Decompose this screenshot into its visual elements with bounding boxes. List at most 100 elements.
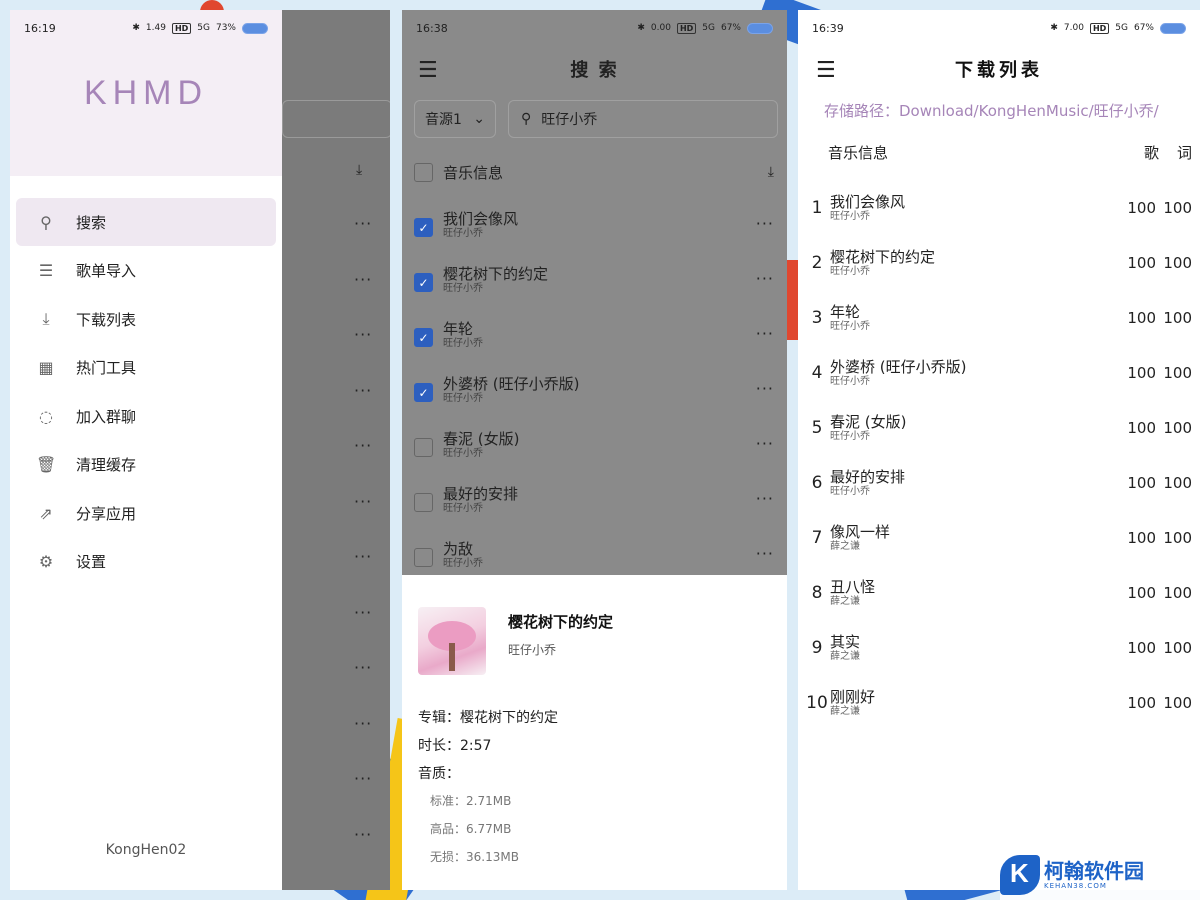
song-info: 年轮 旺仔小乔 xyxy=(830,303,1122,333)
download-row[interactable]: 10 刚刚好 薛之谦 100 100 xyxy=(806,683,1192,723)
status-time: 16:39 xyxy=(812,21,844,35)
list-header: 音乐信息 ⤓ xyxy=(414,160,774,184)
download-row[interactable]: 5 春泥 (女版) 旺仔小乔 100 100 xyxy=(806,408,1192,448)
song-progress: 100 xyxy=(1127,474,1156,492)
search-box[interactable]: ⚲ xyxy=(508,100,778,138)
lyrics-progress: 100 xyxy=(1163,584,1192,602)
lyrics-progress: 100 xyxy=(1163,364,1192,382)
menu-item[interactable]: ⤓ 下载列表 xyxy=(16,295,276,343)
lyrics-progress: 100 xyxy=(1163,529,1192,547)
song-progress: 100 xyxy=(1127,419,1156,437)
song-info: 刚刚好 薛之谦 xyxy=(830,688,1122,718)
navigation-drawer: 16:19 ✱ 1.49 HD 5G 73% KHMD ⚲ 搜索 ☰ 歌单导入 ⤓ 下载列… xyxy=(10,10,282,890)
song-info: 年轮 旺仔小乔 xyxy=(443,320,746,350)
song-info: 春泥 (女版) 旺仔小乔 xyxy=(830,413,1122,443)
song-row[interactable]: ✓ 年轮 旺仔小乔 ··· xyxy=(414,320,774,364)
download-row[interactable]: 4 外婆桥 (旺仔小乔版) 旺仔小乔 100 100 xyxy=(806,353,1192,393)
menu-item[interactable]: ⚲ 搜索 xyxy=(16,198,276,246)
download-icon: ⤓ xyxy=(356,162,363,178)
song-title: 刚刚好 xyxy=(830,688,876,706)
song-detail-sheet: 樱花树下的约定 旺仔小乔 专辑：樱花树下的约定 时长：2:57 音质： 标准：2… xyxy=(402,575,787,890)
download-icon[interactable]: ⤓ xyxy=(768,164,774,180)
song-artist: 旺仔小乔 xyxy=(443,393,483,404)
song-checkbox[interactable] xyxy=(414,548,433,567)
download-row[interactable]: 8 丑八怪 薛之谦 100 100 xyxy=(806,573,1192,613)
song-row[interactable]: ✓ 樱花树下的约定 旺仔小乔 ··· xyxy=(414,265,774,309)
more-icon[interactable]: ··· xyxy=(756,214,774,233)
drawer-screen: ⤓ ··· ··· ··· ··· ··· ··· ··· ··· ··· ··· ··· ··· 1… xyxy=(10,10,390,890)
battery-percent: 73% xyxy=(215,23,236,33)
menu-item[interactable]: 🗑 清理缓存 xyxy=(16,441,276,489)
search-icon: ⚲ xyxy=(40,212,52,232)
watermark: 柯翰软件园 KEHAN38.COM xyxy=(1000,850,1200,900)
menu-item[interactable]: ⚙ 设置 xyxy=(16,538,276,586)
row-number: 7 xyxy=(811,528,823,548)
bluetooth-icon: ✱ xyxy=(637,23,645,33)
song-checkbox[interactable]: ✓ xyxy=(414,383,433,402)
row-number: 4 xyxy=(811,363,823,383)
song-title: 樱花树下的约定 xyxy=(443,265,549,283)
more-icon: ··· xyxy=(354,380,373,400)
watermark-logo xyxy=(1000,855,1040,895)
bluetooth-icon: ✱ xyxy=(132,23,140,33)
song-artist: 旺仔小乔 xyxy=(443,503,483,514)
more-icon[interactable]: ··· xyxy=(756,434,774,453)
trash-icon: 🗑 xyxy=(36,455,57,474)
select-all-checkbox[interactable] xyxy=(414,162,433,182)
song-artist: 旺仔小乔 xyxy=(830,376,870,387)
lyrics-progress: 100 xyxy=(1163,639,1192,657)
download-row[interactable]: 7 像风一样 薛之谦 100 100 xyxy=(806,518,1192,558)
menu-item[interactable]: ⇗ 分享应用 xyxy=(16,489,276,537)
row-number: 6 xyxy=(811,473,823,493)
song-progress: 100 xyxy=(1127,694,1156,712)
lyrics-progress: 100 xyxy=(1163,254,1192,272)
battery-icon xyxy=(242,22,268,34)
song-checkbox[interactable]: ✓ xyxy=(414,273,433,292)
list-icon: ☰ xyxy=(38,261,54,280)
menu-item-label: 下载列表 xyxy=(76,310,137,329)
menu-item[interactable]: ☰ 歌单导入 xyxy=(16,247,276,295)
search-input[interactable] xyxy=(541,111,742,127)
song-artist: 旺仔小乔 xyxy=(443,558,483,569)
song-checkbox[interactable]: ✓ xyxy=(414,328,433,347)
song-checkbox[interactable] xyxy=(414,493,433,512)
hd-icon: HD xyxy=(171,22,192,34)
song-title: 丑八怪 xyxy=(830,578,876,596)
list-header: 音乐信息 歌 词 xyxy=(828,142,1192,163)
more-icon[interactable]: ··· xyxy=(756,324,774,343)
quality-option[interactable]: 无损：36.13MB xyxy=(430,848,519,865)
song-row[interactable]: ✓ 外婆桥 (旺仔小乔版) 旺仔小乔 ··· xyxy=(414,375,774,419)
more-icon[interactable]: ··· xyxy=(756,544,774,563)
song-artist: 旺仔小乔 xyxy=(830,211,870,222)
hd-icon: HD xyxy=(676,22,697,34)
song-title: 外婆桥 (旺仔小乔版) xyxy=(830,358,967,376)
download-row[interactable]: 3 年轮 旺仔小乔 100 100 xyxy=(806,298,1192,338)
quality-option[interactable]: 高品：6.77MB xyxy=(430,820,511,837)
chevron-down-icon: ⌄ xyxy=(473,111,485,127)
app-logo: KHMD xyxy=(83,74,209,112)
quality-option[interactable]: 标准：2.71MB xyxy=(430,792,511,809)
watermark-site: KEHAN38.COM xyxy=(1044,882,1107,890)
more-icon[interactable]: ··· xyxy=(756,269,774,288)
download-row[interactable]: 1 我们会像风 旺仔小乔 100 100 xyxy=(806,188,1192,228)
song-artist: 旺仔小乔 xyxy=(830,431,870,442)
download-row[interactable]: 2 樱花树下的约定 旺仔小乔 100 100 xyxy=(806,243,1192,283)
download-row[interactable]: 9 其实 薛之谦 100 100 xyxy=(806,628,1192,668)
song-row[interactable]: 春泥 (女版) 旺仔小乔 ··· xyxy=(414,430,774,474)
song-row[interactable]: ✓ 我们会像风 旺仔小乔 ··· xyxy=(414,210,774,254)
menu-item[interactable]: ▦ 热门工具 xyxy=(16,344,276,392)
song-row[interactable]: 最好的安排 旺仔小乔 ··· xyxy=(414,485,774,529)
more-icon[interactable]: ··· xyxy=(756,379,774,398)
bluetooth-icon: ✱ xyxy=(1050,23,1058,33)
share-icon: ⇗ xyxy=(39,503,53,523)
more-icon[interactable]: ··· xyxy=(756,489,774,508)
menu-item[interactable]: ◌ 加入群聊 xyxy=(16,392,276,440)
lyrics-progress: 100 xyxy=(1163,694,1192,712)
song-checkbox[interactable]: ✓ xyxy=(414,218,433,237)
download-row[interactable]: 6 最好的安排 旺仔小乔 100 100 xyxy=(806,463,1192,503)
song-info: 像风一样 薛之谦 xyxy=(830,523,1122,553)
status-time: 16:38 xyxy=(416,21,448,35)
lyrics-progress: 100 xyxy=(1163,199,1192,217)
source-select[interactable]: 音源1 ⌄ xyxy=(414,100,496,138)
song-checkbox[interactable] xyxy=(414,438,433,457)
